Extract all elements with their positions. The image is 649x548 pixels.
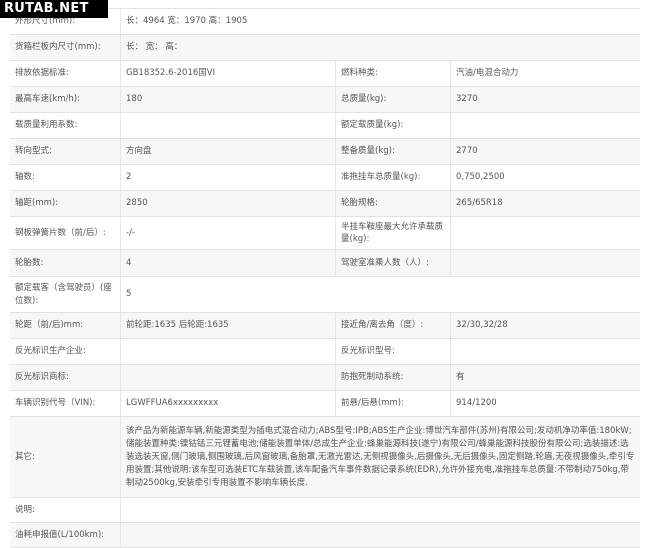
spec-row-seats: 额定载客（含驾驶员）(座位数): 5 <box>10 277 640 313</box>
spec-value <box>451 250 640 276</box>
spec-value: 2 <box>126 172 132 183</box>
spec-value <box>121 365 335 390</box>
spec-value: 180 <box>126 94 143 105</box>
spec-value: 2770 <box>456 146 478 157</box>
spec-label: 货箱栏板内尺寸(mm): <box>10 35 121 60</box>
spec-value: 32/30,32/28 <box>456 320 508 331</box>
spec-value <box>451 113 640 138</box>
spec-label: 前悬/后悬(mm): <box>335 391 451 416</box>
spec-row-load-factor: 载质量利用系数: 额定载质量(kg): <box>10 113 640 139</box>
spec-value <box>121 339 335 364</box>
spec-row-fuel-consumption: 油耗申报值(L/100km): <box>10 523 640 548</box>
spec-value: -/- <box>126 227 135 238</box>
spec-label: 额定载质量(kg): <box>335 113 451 138</box>
spec-row-emission: 排放依据标准: GB18352.6-2016国VI 燃料种类: 汽油/电混合动力 <box>10 61 640 87</box>
spec-row-axles: 轴数: 2 准拖挂车总质量(kg): 0,750,2500 <box>10 165 640 191</box>
spec-row-reflector-brand: 反光标识商标: 防抱死制动系统: 有 <box>10 365 640 391</box>
spec-value <box>451 339 640 364</box>
spec-value: 3270 <box>456 94 478 105</box>
spec-label: 反光标识型号: <box>335 339 451 364</box>
spec-label: 燃料种类: <box>335 61 451 86</box>
spec-value: 有 <box>456 372 465 383</box>
spec-value: 5 <box>126 289 132 300</box>
site-watermark: RUTAB.NET <box>0 0 108 18</box>
spec-value: 方向盘 <box>126 146 152 157</box>
spec-row-reflector-maker: 反光标识生产企业: 反光标识型号: <box>10 339 640 365</box>
spec-value: 2850 <box>126 198 148 209</box>
spec-label: 转向型式: <box>10 139 121 164</box>
spec-label: 轴距(mm): <box>10 191 121 216</box>
spec-value: LGWFFUA6xxxxxxxxx <box>126 398 219 409</box>
spec-row-wheelbase: 轴距(mm): 2850 轮胎规格: 265/65R18 <box>10 191 640 217</box>
spec-value-other: 该产品为新能源车辆,新能源类型为插电式混合动力;ABS型号:IPB;ABS生产企… <box>126 425 635 488</box>
spec-label: 其它: <box>10 417 121 497</box>
spec-label: 驾驶室准乘人数（人）: <box>335 250 451 276</box>
spec-row-track: 轮距（前/后)mm: 前轮距:1635 后轮距:1635 接近角/离去角（度）:… <box>10 313 640 339</box>
spec-label: 反光标识商标: <box>10 365 121 390</box>
spec-label: 轮胎规格: <box>335 191 451 216</box>
spec-label: 说明: <box>10 498 121 522</box>
spec-label: 额定载客（含驾驶员）(座位数): <box>10 277 121 312</box>
spec-value: 0,750,2500 <box>456 172 505 183</box>
spec-value: 长：4964 宽：1970 高：1905 <box>126 16 248 27</box>
vehicle-spec-table: 外形尺寸(mm): 长：4964 宽：1970 高：1905 货箱栏板内尺寸(m… <box>10 8 640 548</box>
spec-label: 接近角/离去角（度）: <box>335 313 451 338</box>
spec-label: 最高车速(km/h): <box>10 87 121 112</box>
spec-value <box>451 217 640 249</box>
spec-value: 前轮距:1635 后轮距:1635 <box>126 320 229 331</box>
spec-label: 排放依据标准: <box>10 61 121 86</box>
spec-label: 半挂车鞍座最大允许承载质量(kg): <box>335 217 451 249</box>
spec-row-notes: 说明: <box>10 498 640 523</box>
spec-label: 防抱死制动系统: <box>335 365 451 390</box>
spec-value <box>121 113 335 138</box>
spec-row-tire-count: 轮胎数: 4 驾驶室准乘人数（人）: <box>10 250 640 277</box>
spec-row-vin: 车辆识别代号（VIN): LGWFFUA6xxxxxxxxx 前悬/后悬(mm)… <box>10 391 640 417</box>
spec-label: 车辆识别代号（VIN): <box>10 391 121 416</box>
spec-value <box>121 523 640 547</box>
spec-label: 轮距（前/后)mm: <box>10 313 121 338</box>
spec-row-other: 其它: 该产品为新能源车辆,新能源类型为插电式混合动力;ABS型号:IPB;AB… <box>10 417 640 498</box>
spec-label: 反光标识生产企业: <box>10 339 121 364</box>
spec-label: 轴数: <box>10 165 121 190</box>
spec-row-cargo-box: 货箱栏板内尺寸(mm): 长： 宽： 高： <box>10 35 640 61</box>
spec-value: GB18352.6-2016国VI <box>126 68 216 79</box>
spec-label: 油耗申报值(L/100km): <box>10 523 121 547</box>
spec-value: 4 <box>126 257 132 268</box>
spec-label: 整备质量(kg): <box>335 139 451 164</box>
spec-row-leaf-springs: 钢板弹簧片数（前/后）: -/- 半挂车鞍座最大允许承载质量(kg): <box>10 217 640 250</box>
spec-value: 汽油/电混合动力 <box>456 68 519 79</box>
spec-label: 钢板弹簧片数（前/后）: <box>10 217 121 249</box>
spec-value: 914/1200 <box>456 398 497 409</box>
spec-value: 长： 宽： 高： <box>126 42 183 53</box>
spec-value: 265/65R18 <box>456 198 503 209</box>
spec-label: 准拖挂车总质量(kg): <box>335 165 451 190</box>
spec-label: 轮胎数: <box>10 250 121 276</box>
spec-value <box>121 498 640 522</box>
spec-row-top-speed: 最高车速(km/h): 180 总质量(kg): 3270 <box>10 87 640 113</box>
spec-label: 总质量(kg): <box>335 87 451 112</box>
spec-label: 载质量利用系数: <box>10 113 121 138</box>
spec-row-steering: 转向型式: 方向盘 整备质量(kg): 2770 <box>10 139 640 165</box>
